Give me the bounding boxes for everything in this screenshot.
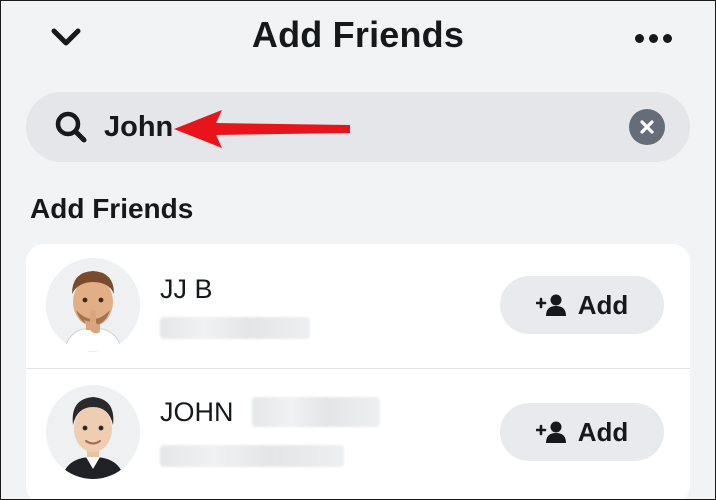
more-options-button[interactable]	[628, 22, 678, 54]
add-friend-icon	[535, 294, 566, 316]
add-friend-icon	[535, 421, 566, 443]
bitmoji-avatar-icon	[46, 258, 140, 352]
bitmoji-avatar-icon	[46, 385, 140, 479]
add-friend-button[interactable]: Add	[500, 276, 664, 334]
add-friend-button[interactable]: Add	[500, 403, 664, 461]
search-bar[interactable]	[26, 92, 690, 162]
list-item[interactable]: JJ B Add	[26, 244, 690, 368]
clear-search-button[interactable]	[629, 109, 665, 145]
avatar[interactable]	[46, 385, 140, 479]
results-list: JJ B Add JOHN Add	[26, 244, 690, 500]
avatar[interactable]	[46, 258, 140, 352]
search-icon	[55, 111, 87, 143]
more-dot	[648, 33, 658, 43]
list-item[interactable]: JOHN Add	[26, 368, 690, 492]
more-dots-icon	[634, 33, 644, 43]
redacted-username	[160, 317, 310, 339]
redacted-name-suffix	[252, 397, 380, 427]
add-button-label: Add	[577, 416, 629, 447]
section-title: Add Friends	[30, 193, 194, 224]
more-dot	[662, 33, 672, 43]
redacted-username	[160, 445, 344, 467]
clear-x-icon	[640, 120, 654, 134]
friend-name: JOHN	[160, 397, 234, 427]
friend-name: JJ B	[160, 274, 213, 304]
add-button-label: Add	[577, 289, 629, 320]
page-title: Add Friends	[251, 14, 465, 55]
header-bar: Add Friends	[0, 0, 716, 78]
red-arrow-annotation	[174, 110, 350, 148]
